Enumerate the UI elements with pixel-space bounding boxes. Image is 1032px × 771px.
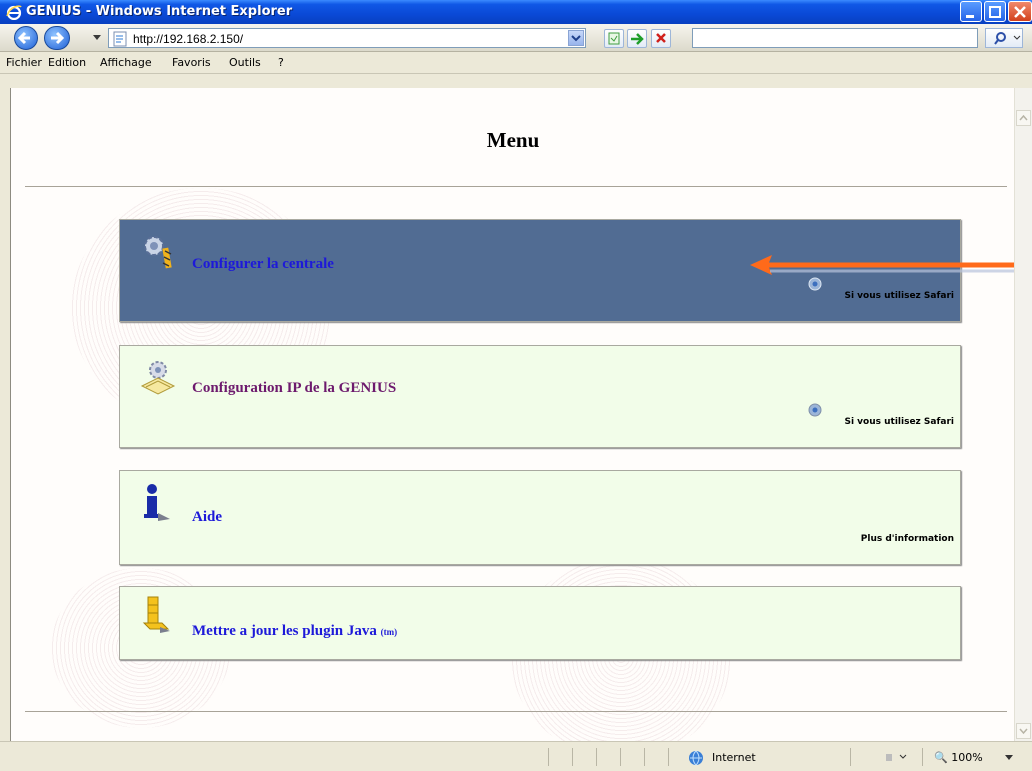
zoom-level[interactable]: 🔍 100%	[934, 751, 983, 764]
trademark-note: (tm)	[380, 627, 398, 637]
address-field[interactable]: http://192.168.2.150/	[108, 28, 586, 48]
ie-logo-icon	[6, 5, 22, 20]
page-title: Menu	[486, 128, 540, 152]
menu-affichage[interactable]: Affichage	[100, 56, 152, 69]
forward-button[interactable]	[44, 26, 70, 50]
card-mettre-a-jour-java[interactable]: Mettre a jour les plugin Java (tm)	[119, 586, 961, 660]
safari-icon	[808, 403, 822, 417]
scroll-up-button[interactable]	[1016, 110, 1031, 126]
status-bar: Internet 🔍 100%	[0, 741, 1032, 771]
card-note[interactable]: Si vous utilisez Safari	[844, 417, 954, 427]
scroll-down-button[interactable]	[1016, 723, 1031, 739]
status-separator	[850, 748, 851, 766]
close-button[interactable]	[1008, 1, 1032, 22]
card-label-text: Mettre a jour les plugin Java	[192, 623, 377, 639]
go-arrow-icon	[631, 33, 644, 45]
gear-config-icon	[144, 236, 172, 269]
status-separator	[620, 748, 621, 766]
compatibility-button[interactable]	[604, 29, 624, 48]
card-label[interactable]: Aide	[192, 509, 222, 526]
search-input[interactable]	[692, 28, 978, 48]
status-separator	[668, 748, 669, 766]
minimize-icon	[966, 15, 974, 18]
card-label[interactable]: Configurer la centrale	[192, 256, 334, 273]
address-url: http://192.168.2.150/	[133, 32, 244, 46]
status-separator	[922, 748, 923, 766]
maximize-button[interactable]	[984, 1, 1006, 22]
menu-bar: Fichier Edition Affichage Favoris Outils…	[0, 52, 1032, 74]
card-configuration-ip[interactable]: Configuration IP de la GENIUS Si vous ut…	[119, 345, 961, 448]
protected-mode-icon[interactable]	[882, 750, 910, 764]
forward-arrow-icon	[51, 31, 65, 45]
minimize-button[interactable]	[960, 1, 982, 22]
address-dropdown-button[interactable]	[568, 30, 584, 46]
toolbar-spacer	[0, 74, 1032, 88]
vertical-scrollbar[interactable]	[1014, 88, 1032, 741]
stop-icon	[656, 33, 666, 43]
page-icon	[113, 31, 127, 47]
history-dropdown-icon[interactable]	[92, 34, 102, 42]
bottom-divider	[25, 711, 1007, 712]
status-separator	[572, 748, 573, 766]
chevron-down-icon	[1019, 728, 1028, 735]
java-update-icon	[142, 596, 170, 633]
card-note[interactable]: Si vous utilisez Safari	[844, 291, 954, 301]
address-toolbar: http://192.168.2.150/	[0, 24, 1032, 52]
zoom-icon: 🔍	[934, 751, 948, 764]
card-aide[interactable]: Aide Plus d'information	[119, 470, 961, 565]
chevron-down-icon	[571, 35, 581, 42]
zoom-dropdown-icon[interactable]	[1004, 754, 1014, 762]
menu-favoris[interactable]: Favoris	[172, 56, 211, 69]
back-button[interactable]	[14, 26, 38, 50]
status-separator	[644, 748, 645, 766]
go-button[interactable]	[627, 29, 647, 48]
zoom-value: 100%	[951, 751, 983, 764]
menu-edition[interactable]: Edition	[48, 56, 86, 69]
search-button[interactable]	[985, 28, 1023, 48]
window-title: GENIUS - Windows Internet Explorer	[26, 4, 293, 19]
card-label[interactable]: Mettre a jour les plugin Java (tm)	[192, 623, 397, 640]
left-frame	[0, 74, 10, 741]
orange-arrow-icon	[750, 255, 1032, 275]
chevron-up-icon	[1019, 114, 1028, 121]
menu-outils[interactable]: Outils	[229, 56, 261, 69]
network-config-icon	[140, 361, 176, 395]
stop-button[interactable]	[651, 29, 671, 48]
compatibility-icon	[608, 32, 620, 45]
globe-icon	[689, 750, 703, 766]
safari-icon	[808, 277, 822, 291]
close-icon	[1014, 6, 1026, 18]
menu-fichier[interactable]: Fichier	[6, 56, 42, 69]
title-bar: GENIUS - Windows Internet Explorer	[0, 0, 1032, 24]
top-divider	[25, 186, 1007, 187]
search-icon	[994, 32, 1021, 45]
security-zone-label[interactable]: Internet	[712, 751, 756, 764]
status-separator	[596, 748, 597, 766]
maximize-icon	[989, 6, 1001, 18]
back-arrow-icon	[17, 31, 30, 45]
status-separator	[548, 748, 549, 766]
menu-help[interactable]: ?	[278, 56, 284, 69]
card-note[interactable]: Plus d'information	[861, 534, 954, 544]
card-label[interactable]: Configuration IP de la GENIUS	[192, 380, 396, 397]
page-content: Menu Configurer la centrale Si vous util…	[10, 88, 1014, 741]
info-icon	[144, 484, 170, 521]
